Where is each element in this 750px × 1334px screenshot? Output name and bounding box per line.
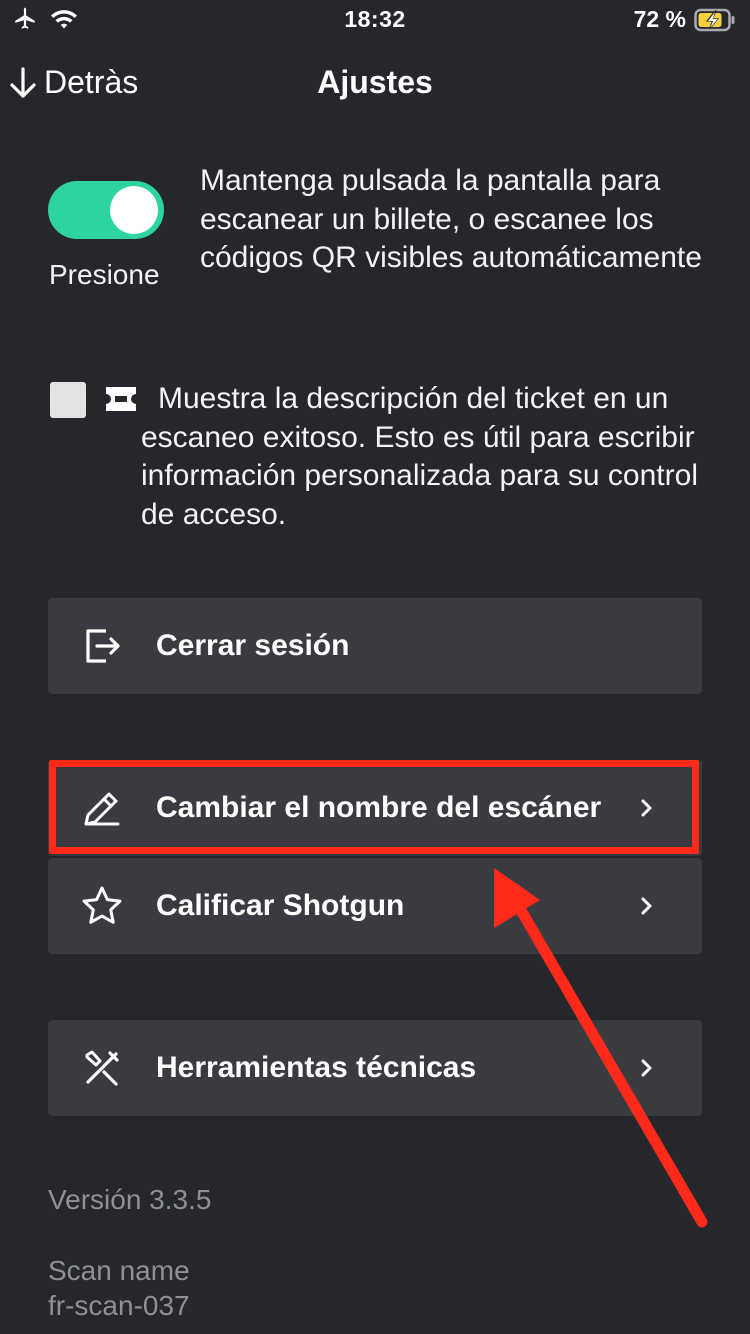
ticket-description-text: Muestra la descripción del ticket en un … bbox=[141, 382, 698, 531]
technical-tools-button[interactable]: Herramientas técnicas bbox=[48, 1020, 702, 1116]
arrow-down-icon bbox=[10, 66, 36, 98]
ticket-icon bbox=[106, 387, 136, 411]
status-right: 72 % bbox=[634, 6, 736, 33]
battery-percent: 72 % bbox=[633, 6, 686, 32]
battery-charging-icon bbox=[694, 8, 735, 31]
rate-shotgun-button[interactable]: Calificar Shotgun bbox=[48, 858, 702, 954]
press-toggle-label: Presione bbox=[49, 259, 160, 290]
logout-label: Cerrar sesión bbox=[156, 629, 350, 662]
toggle-knob bbox=[110, 186, 158, 234]
ticket-description-checkbox[interactable] bbox=[50, 382, 86, 418]
press-toggle-description: Mantenga pulsada la pantalla para escane… bbox=[200, 164, 702, 274]
star-icon bbox=[82, 886, 122, 924]
press-toggle[interactable] bbox=[48, 181, 164, 239]
logout-button[interactable]: Cerrar sesión bbox=[48, 598, 702, 694]
logout-icon bbox=[86, 629, 120, 663]
status-bar: 18:32 72 % bbox=[0, 0, 750, 40]
chevron-right-icon bbox=[641, 799, 652, 817]
chevron-right-icon bbox=[641, 897, 652, 915]
back-button[interactable]: Detràs bbox=[8, 64, 138, 101]
technical-tools-label: Herramientas técnicas bbox=[156, 1051, 477, 1084]
app-version: Versión 3.3.5 bbox=[48, 1184, 212, 1215]
pencil-icon bbox=[84, 792, 120, 826]
rename-scanner-label: Cambiar el nombre del escáner bbox=[156, 791, 602, 824]
rate-shotgun-label: Calificar Shotgun bbox=[156, 889, 405, 922]
rename-scanner-button[interactable]: Cambiar el nombre del escáner bbox=[48, 760, 702, 856]
back-label: Detràs bbox=[44, 64, 139, 100]
tools-icon bbox=[85, 1050, 119, 1086]
scan-name-value: fr-scan-037 bbox=[48, 1290, 190, 1321]
chevron-right-icon bbox=[641, 1059, 652, 1077]
scan-name-label: Scan name bbox=[48, 1255, 190, 1286]
